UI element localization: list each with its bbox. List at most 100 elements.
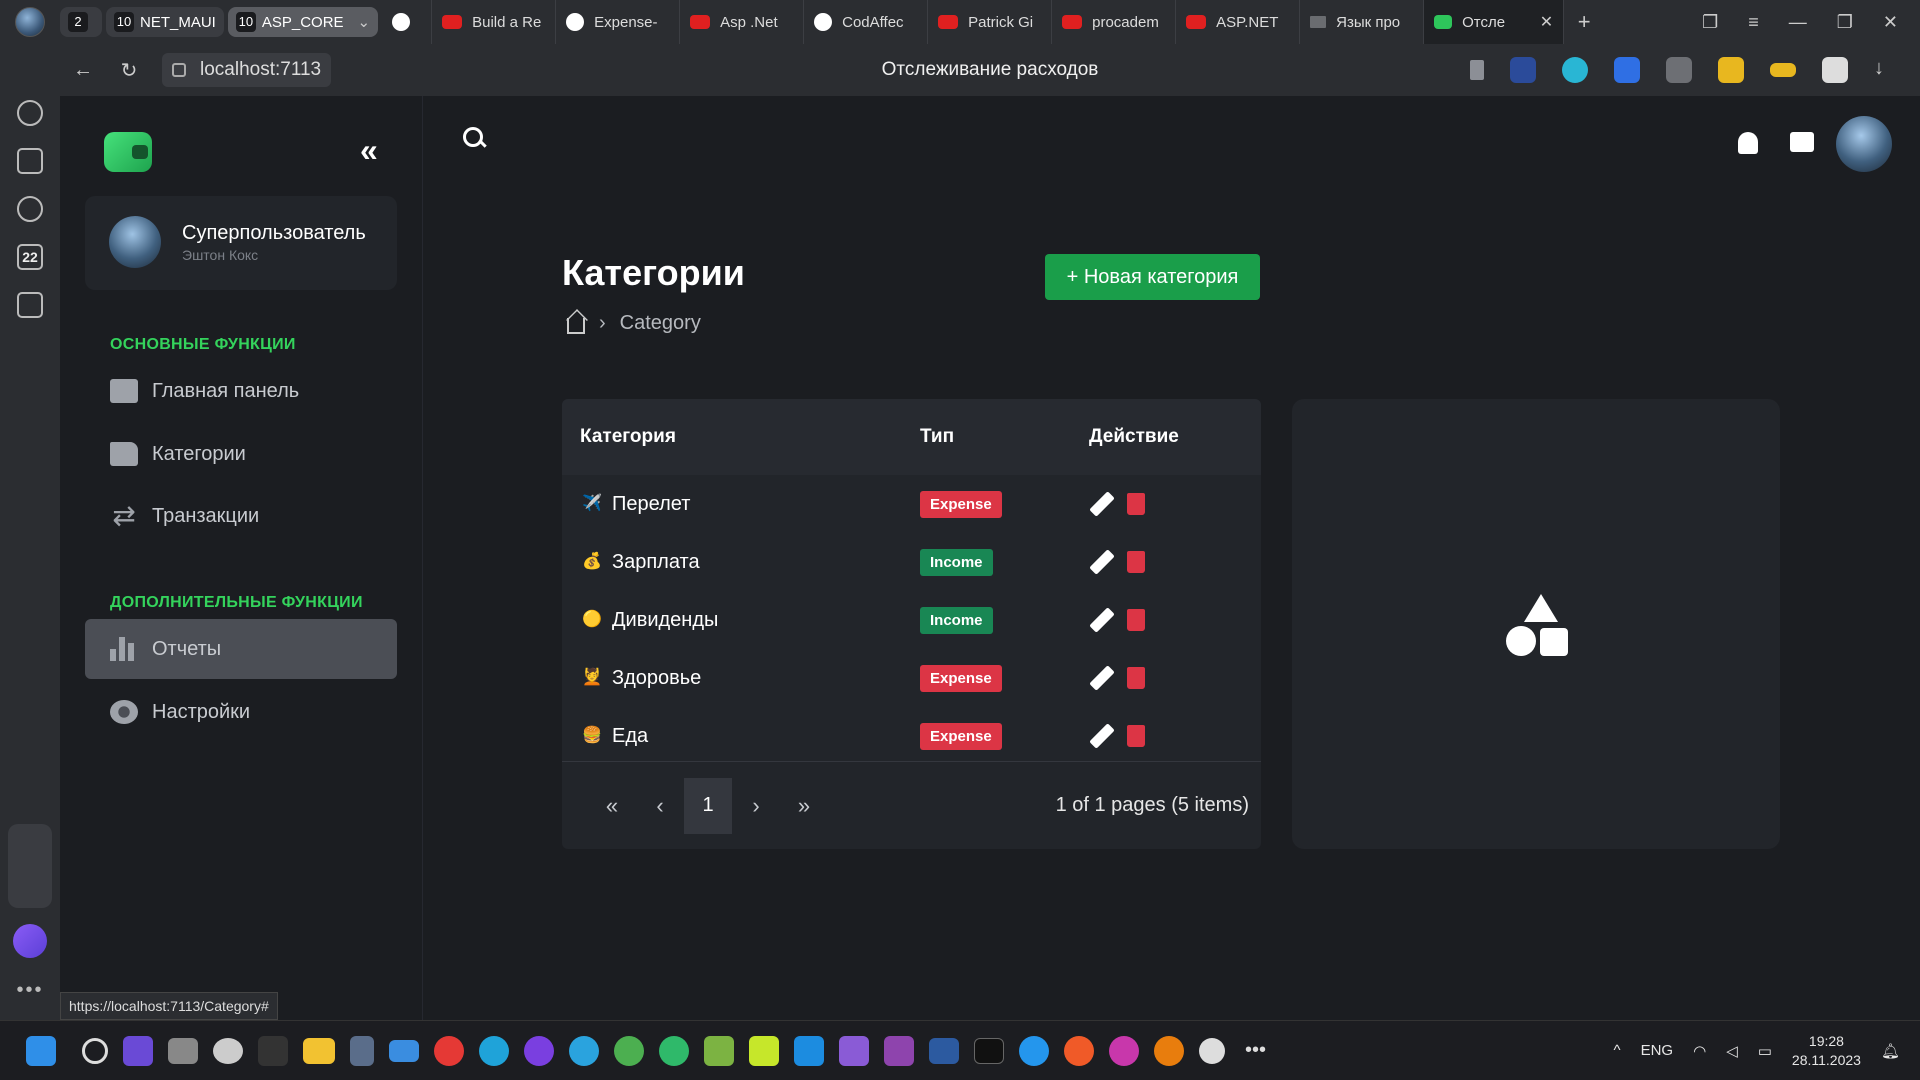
reload-icon[interactable]: ↻ — [106, 58, 152, 83]
close-window-icon[interactable]: ✕ — [1883, 12, 1898, 33]
sidebar-item-dashboard[interactable]: Главная панель — [85, 361, 397, 421]
current-page-button[interactable]: 1 — [684, 777, 732, 834]
pencil-icon[interactable] — [1089, 723, 1115, 749]
alice-icon[interactable] — [13, 924, 47, 958]
bell-icon[interactable] — [1738, 132, 1758, 154]
shield-ext-icon[interactable] — [1510, 57, 1536, 83]
tab-youtube-2[interactable]: Asp .Net — [680, 0, 805, 44]
copilot-icon[interactable] — [123, 1035, 153, 1066]
tab-github-2[interactable]: Expense- — [556, 0, 681, 44]
docker-icon[interactable] — [1019, 1035, 1049, 1066]
pencil-icon[interactable] — [1089, 607, 1115, 633]
header-avatar[interactable] — [1836, 116, 1892, 172]
tab-github-3[interactable]: CodAffec — [804, 0, 929, 44]
dev-ext-icon[interactable] — [1614, 57, 1640, 83]
pencil-icon[interactable] — [1089, 549, 1115, 575]
notification-icon[interactable]: 🔔︎ — [1881, 1042, 1900, 1060]
restore-icon[interactable]: ❐ — [1837, 12, 1853, 33]
battery-ext-icon[interactable] — [1770, 63, 1796, 77]
new-category-button[interactable]: + Новая категория — [1045, 254, 1260, 300]
tab-mail[interactable]: Язык про — [1300, 0, 1425, 44]
download-icon[interactable]: ↓ — [1874, 57, 1900, 83]
battery-icon[interactable]: ▭ — [1758, 1042, 1772, 1060]
dotpeek-icon[interactable] — [884, 1035, 914, 1066]
notion-icon[interactable] — [258, 1035, 288, 1066]
minimize-icon[interactable]: — — [1789, 12, 1807, 33]
tab-youtube-4[interactable]: procadem — [1052, 0, 1177, 44]
lock-ext-icon[interactable] — [1718, 57, 1744, 83]
tab-group-1[interactable]: 2 — [60, 7, 102, 37]
browser-profile[interactable] — [0, 0, 60, 44]
explorer-icon[interactable] — [303, 1037, 335, 1064]
tab-youtube-5[interactable]: ASP.NET — [1176, 0, 1301, 44]
chat-icon[interactable] — [1790, 132, 1814, 152]
back-icon[interactable]: ← — [60, 59, 106, 82]
bookmark-icon[interactable] — [1470, 60, 1484, 80]
more-icon[interactable]: ••• — [16, 979, 43, 1002]
close-tab-icon[interactable]: ✕ — [1540, 12, 1553, 32]
pencil-icon[interactable] — [1089, 491, 1115, 517]
tab-active[interactable]: Отсле ✕ — [1424, 0, 1565, 44]
search-taskbar-icon[interactable] — [82, 1037, 108, 1064]
edge-icon[interactable] — [479, 1035, 509, 1066]
tab-youtube-1[interactable]: Build a Re — [432, 0, 557, 44]
terminal-icon[interactable] — [974, 1037, 1004, 1064]
weather-icon[interactable] — [213, 1037, 243, 1064]
tabs-icon[interactable] — [17, 148, 43, 174]
chat-ext-icon[interactable] — [1562, 57, 1588, 83]
history-icon[interactable] — [17, 100, 43, 126]
gitzip-ext-icon[interactable] — [1666, 57, 1692, 83]
utorrent-icon[interactable] — [614, 1035, 644, 1066]
last-page-button[interactable]: » — [780, 778, 828, 834]
volume-icon[interactable]: ◁ — [1726, 1042, 1738, 1060]
tray-chevron-icon[interactable]: ^ — [1614, 1042, 1621, 1059]
column-header-type[interactable]: Тип — [902, 426, 1089, 448]
blender-icon[interactable] — [1154, 1035, 1184, 1066]
collections-icon[interactable]: ❐ — [1702, 12, 1718, 33]
next-page-button[interactable]: › — [732, 778, 780, 834]
wps-icon[interactable] — [1109, 1035, 1139, 1066]
pdf-ext-icon[interactable] — [1822, 57, 1848, 83]
column-header-category[interactable]: Категория — [562, 426, 902, 448]
url-field[interactable]: localhost:7113 — [162, 53, 332, 87]
notepad-icon[interactable] — [704, 1035, 734, 1066]
powershell-icon[interactable] — [929, 1037, 959, 1064]
collapse-sidebar-icon[interactable]: « — [360, 132, 378, 169]
screenshot-icon[interactable] — [17, 292, 43, 318]
yandex-browser-icon[interactable] — [434, 1035, 464, 1066]
language-indicator[interactable]: ENG — [1641, 1042, 1674, 1059]
sidebar-item-reports[interactable]: Отчеты — [85, 619, 397, 679]
calculator-icon[interactable] — [350, 1035, 374, 1066]
home-icon[interactable] — [567, 317, 585, 334]
calendar-icon[interactable]: 22 — [17, 244, 43, 270]
prev-page-button[interactable]: ‹ — [636, 778, 684, 834]
start-icon[interactable] — [26, 1035, 56, 1066]
sidebar-item-categories[interactable]: Категории — [85, 424, 397, 484]
sidebar-item-transactions[interactable]: ⇄ Транзакции — [85, 486, 397, 546]
pencil-icon[interactable] — [1089, 665, 1115, 691]
tab-github[interactable] — [382, 0, 433, 44]
trash-icon[interactable] — [1127, 725, 1145, 747]
telegram-icon[interactable] — [569, 1035, 599, 1066]
postman-icon[interactable] — [1064, 1035, 1094, 1066]
menu-icon[interactable]: ≡ — [1748, 12, 1759, 33]
tab-youtube-3[interactable]: Patrick Gi — [928, 0, 1053, 44]
side-panel-pill[interactable] — [8, 824, 52, 908]
trash-icon[interactable] — [1127, 551, 1145, 573]
tor-icon[interactable] — [524, 1035, 554, 1066]
search-icon[interactable] — [463, 127, 487, 151]
tab-group-3[interactable]: 10 ASP_CORE ⌄ — [227, 7, 379, 37]
wifi-icon[interactable]: ◠ — [1693, 1042, 1706, 1060]
user-card[interactable]: Суперпользователь Эштон Кокс — [85, 196, 397, 290]
more-apps-icon[interactable]: ••• — [1245, 1039, 1266, 1062]
first-page-button[interactable]: « — [588, 778, 636, 834]
trash-icon[interactable] — [1127, 609, 1145, 631]
clock[interactable]: 19:28 28.11.2023 — [1792, 1032, 1861, 1070]
play-icon[interactable] — [17, 196, 43, 222]
chevron-down-icon[interactable]: ⌄ — [358, 13, 371, 31]
trash-icon[interactable] — [1127, 493, 1145, 515]
task-view-icon[interactable] — [168, 1037, 198, 1064]
trash-icon[interactable] — [1127, 667, 1145, 689]
sidebar-item-settings[interactable]: Настройки — [85, 682, 397, 742]
q-app-icon[interactable] — [659, 1035, 689, 1066]
